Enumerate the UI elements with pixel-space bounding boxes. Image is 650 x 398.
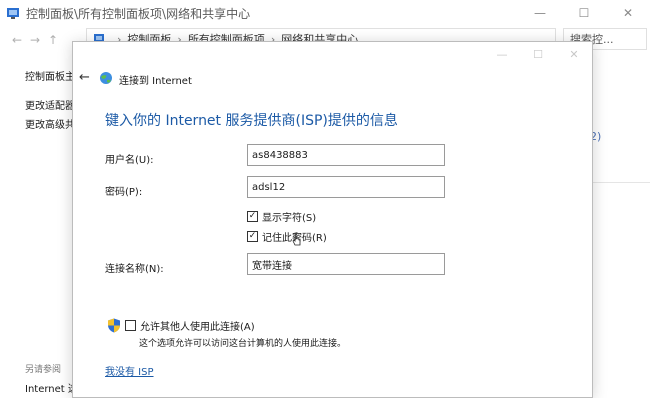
see-also-heading: 另请参阅 <box>25 365 62 375</box>
sidebar-item-adapter[interactable]: 更改适配器 <box>25 97 75 112</box>
globe-network-icon <box>100 72 112 84</box>
password-field[interactable]: adsl12 <box>247 176 445 198</box>
allow-others-label: 允许其他人使用此连接(A) <box>140 322 255 333</box>
dialog-title: 连接到 Internet <box>119 76 192 87</box>
forward-arrow-icon[interactable]: → <box>26 33 44 47</box>
show-characters-label: 显示字符(S) <box>262 213 317 224</box>
dialog-titlebar: — ☐ ✕ <box>73 42 592 66</box>
sidebar: 控制面板主 更改适配器 更改高级共 另请参阅 Internet 选 <box>0 54 80 398</box>
back-arrow-icon[interactable]: ← <box>79 70 90 85</box>
back-arrow-icon[interactable]: ← <box>8 33 26 47</box>
window-title: 控制面板\所有控制面板项\网络和共享中心 <box>26 6 251 21</box>
close-button[interactable]: ✕ <box>606 0 650 26</box>
username-field[interactable]: as8438883 <box>247 144 445 166</box>
minimize-button[interactable]: — <box>484 48 520 61</box>
show-characters-checkbox-row[interactable]: ✓ 显示字符(S) <box>247 209 316 224</box>
hand-cursor-icon <box>292 232 301 246</box>
remember-password-checkbox-row[interactable]: ✓ 记住此密码(R) <box>247 229 327 244</box>
connection-name-field[interactable]: 宽带连接 <box>247 253 445 275</box>
username-label: 用户名(U): <box>105 155 154 166</box>
show-characters-checkbox[interactable]: ✓ <box>247 211 258 222</box>
connect-to-internet-dialog: — ☐ ✕ ← 连接到 Internet 键入你的 Internet 服务提供商… <box>72 41 593 398</box>
up-arrow-icon[interactable]: ↑ <box>44 33 62 47</box>
uac-shield-icon <box>108 318 120 333</box>
maximize-button[interactable]: ☐ <box>520 48 556 61</box>
sidebar-item-advanced-sharing[interactable]: 更改高级共 <box>25 116 75 131</box>
sidebar-item-home[interactable]: 控制面板主 <box>25 68 75 83</box>
window-titlebar: 控制面板\所有控制面板项\网络和共享中心 — ☐ ✕ <box>0 0 650 26</box>
page-heading: 键入你的 Internet 服务提供商(ISP)提供的信息 <box>105 113 398 129</box>
control-panel-icon <box>7 8 19 19</box>
no-isp-link[interactable]: 我没有 ISP <box>105 363 154 378</box>
sidebar-item-internet-options[interactable]: Internet 选 <box>25 380 78 395</box>
maximize-button[interactable]: ☐ <box>562 0 606 26</box>
allow-others-checkbox[interactable] <box>125 320 136 331</box>
password-label: 密码(P): <box>105 187 143 198</box>
close-button[interactable]: ✕ <box>556 48 592 61</box>
divider <box>590 182 650 183</box>
allow-others-checkbox-row[interactable]: 允许其他人使用此连接(A) <box>107 318 255 333</box>
remember-password-checkbox[interactable]: ✓ <box>247 231 258 242</box>
connection-name-label: 连接名称(N): <box>105 264 164 275</box>
allow-others-description: 这个选项允许可以访问这台计算机的人使用此连接。 <box>139 339 347 349</box>
minimize-button[interactable]: — <box>518 0 562 26</box>
